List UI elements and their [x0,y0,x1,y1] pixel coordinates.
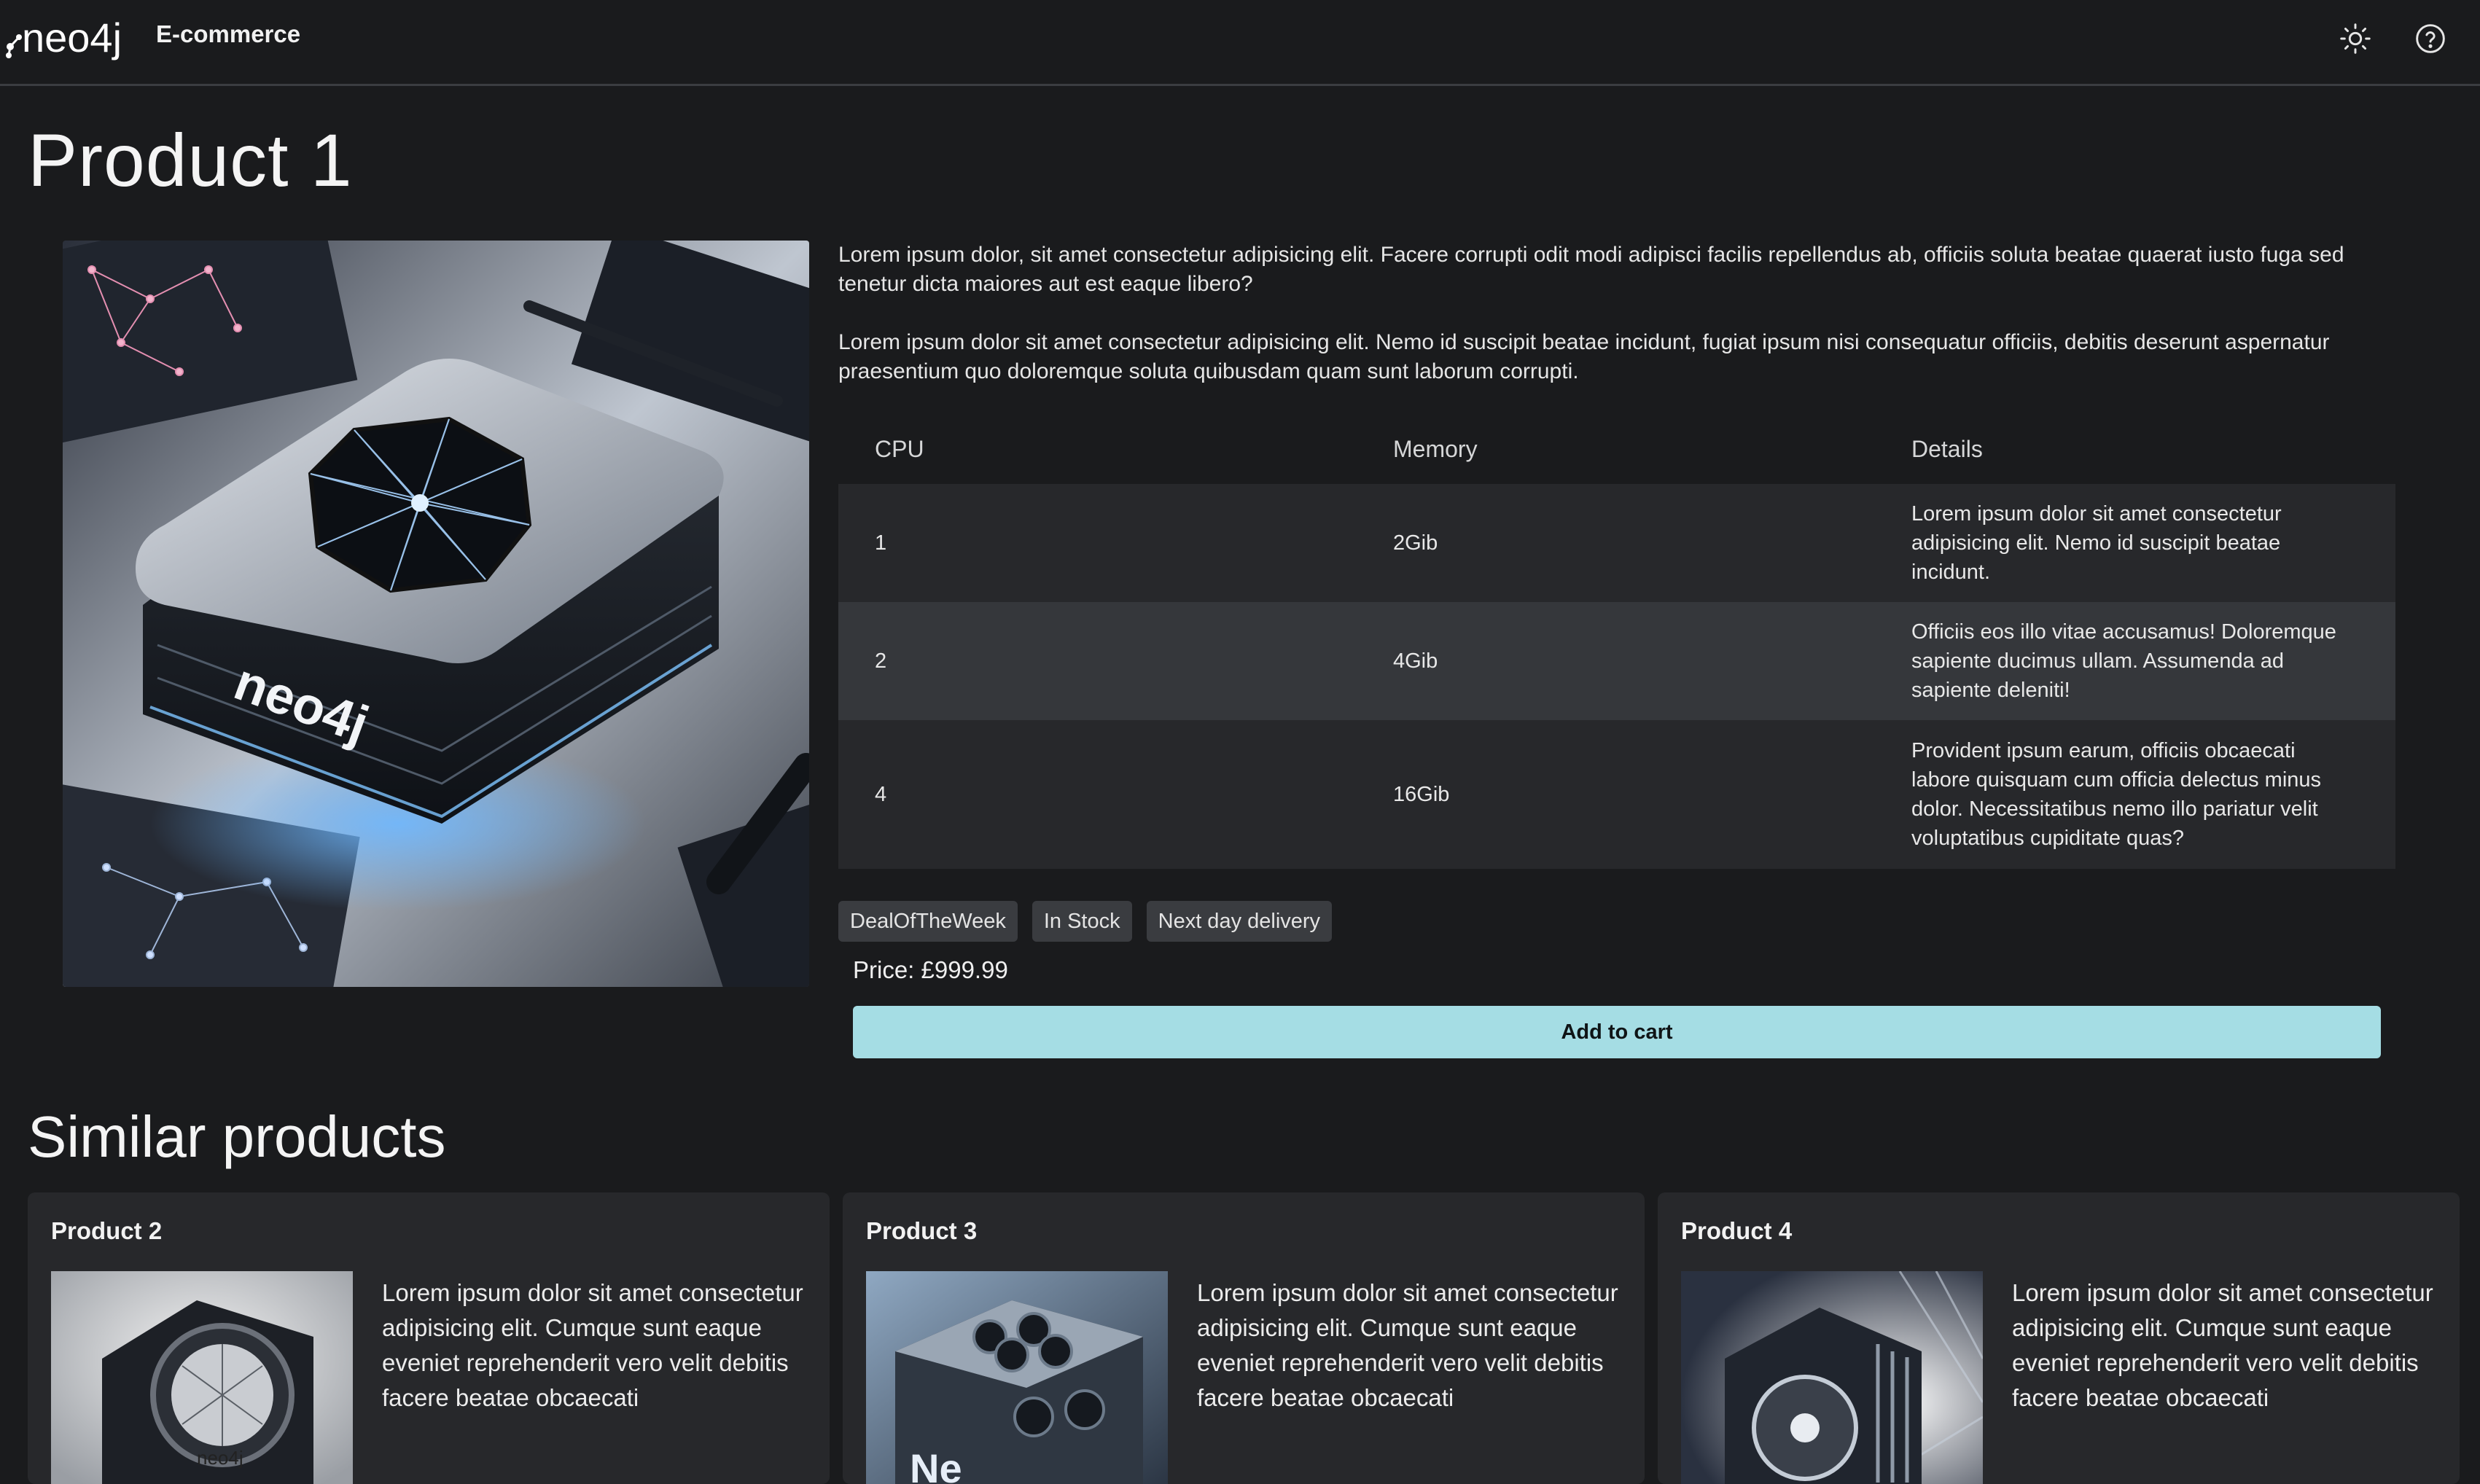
card-description: Lorem ipsum dolor sit amet consectetur a… [382,1279,803,1411]
app-name: E-commerce [156,20,301,47]
card-title[interactable]: Product 4 [1681,1217,1792,1245]
similar-product-card[interactable]: Product 3 Ne Lorem ipsum dolor sit amet … [843,1192,1645,1484]
table-row: 4 16Gib Provident ipsum earum, officiis … [838,720,2395,869]
theme-toggle-button[interactable] [2333,16,2378,61]
tag-next-day-delivery: Next day delivery [1146,901,1333,942]
table-row: 2 4Gib Officiis eos illo vitae accusamus… [838,602,2395,720]
similar-product-card[interactable]: Product 2 neo4j Lorem ipsum dolor sit am… [28,1192,830,1484]
spec-table: CPU Memory Details 1 2Gib Lorem ipsum do… [838,414,2395,869]
help-circle-icon [2416,24,2445,53]
memory-cell: 16Gib [1357,720,1875,869]
memory-cell: 4Gib [1357,602,1875,720]
card-description: Lorem ipsum dolor sit amet consectetur a… [2012,1279,2433,1411]
card-image[interactable]: neo4j [51,1271,353,1484]
app-header: neo4j E-commerce [0,0,2480,86]
product-description-1: Lorem ipsum dolor, sit amet consectetur … [838,243,2344,296]
details-cell: Provident ipsum earum, officiis obcaecat… [1875,720,2395,869]
table-row: 1 2Gib Lorem ipsum dolor sit amet consec… [838,484,2395,602]
page-title: Product 1 [28,119,353,202]
card-image[interactable]: Ne [866,1271,1168,1484]
column-header-cpu: CPU [875,435,924,462]
add-to-cart-button[interactable]: Add to cart [853,1006,2381,1058]
similar-product-card[interactable]: Product 4 Lorem ipsum dolor sit amet con… [1658,1192,2460,1484]
card-image[interactable] [1681,1271,1983,1484]
product-tags: DealOfTheWeek In Stock Next day delivery [838,901,1333,942]
column-header-memory: Memory [1393,435,1478,462]
tag-deal-of-the-week: DealOfTheWeek [838,901,1018,942]
card-description: Lorem ipsum dolor sit amet consectetur a… [1197,1279,1618,1411]
product-image: neo4j [63,241,809,987]
svg-text:neo4j: neo4j [197,1447,243,1469]
neo4j-logo[interactable]: neo4j [3,10,149,61]
card-title[interactable]: Product 3 [866,1217,977,1245]
details-cell: Lorem ipsum dolor sit amet consectetur a… [1875,484,2395,602]
cpu-cell: 4 [838,720,1357,869]
cpu-cell: 2 [838,602,1357,720]
sun-icon [2340,23,2371,54]
similar-products-title: Similar products [28,1104,446,1169]
help-button[interactable] [2408,16,2453,61]
product-price: Price: £999.99 [853,956,1008,983]
product-description-2: Lorem ipsum dolor sit amet consectetur a… [838,330,2330,383]
table-header-row: CPU Memory Details [838,414,2395,484]
card-title[interactable]: Product 2 [51,1217,162,1245]
memory-cell: 2Gib [1357,484,1875,602]
cpu-cell: 1 [838,484,1357,602]
tag-in-stock: In Stock [1032,901,1132,942]
details-cell: Officiis eos illo vitae accusamus! Dolor… [1875,602,2395,720]
column-header-details: Details [1911,435,1983,462]
svg-text:Ne: Ne [910,1445,962,1484]
svg-text:neo4j: neo4j [22,15,122,60]
